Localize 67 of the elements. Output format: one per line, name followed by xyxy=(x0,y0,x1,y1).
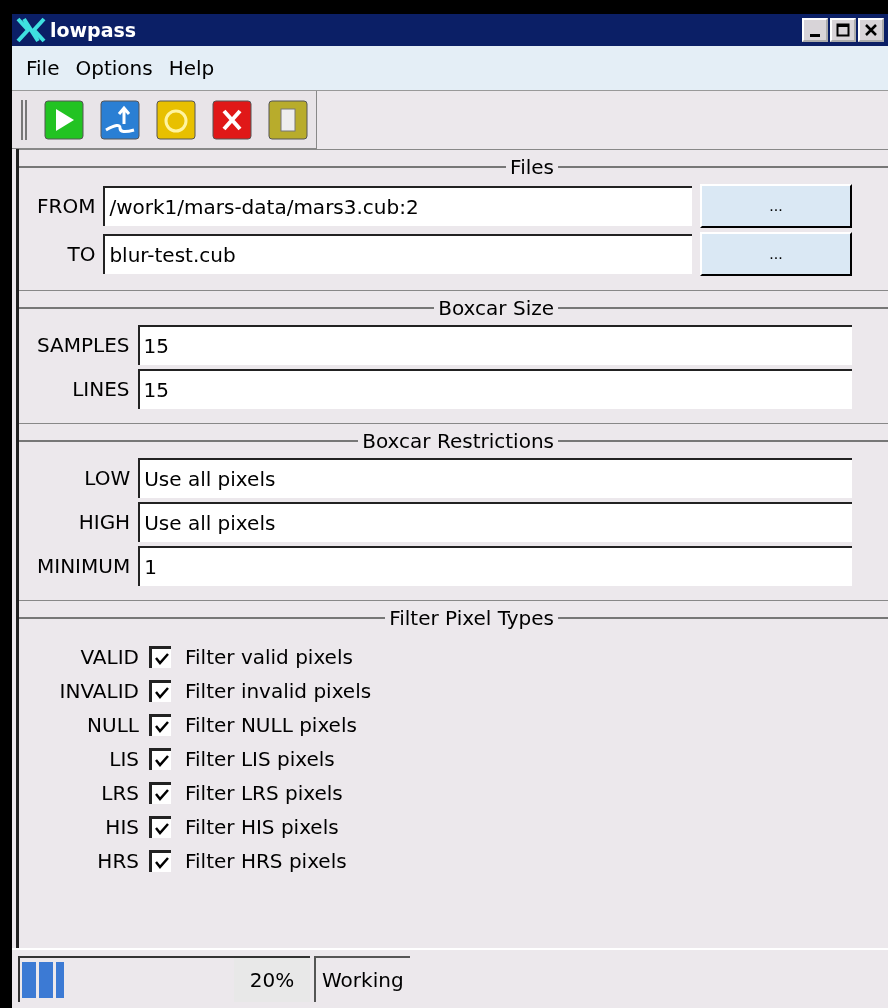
maximize-button[interactable] xyxy=(830,18,856,42)
minimize-button[interactable] xyxy=(802,18,828,42)
checkmark-icon xyxy=(153,787,170,802)
cancel-icon[interactable] xyxy=(212,99,252,140)
checkbox-label[interactable]: Filter HIS pixels xyxy=(185,815,372,839)
pages-icon[interactable] xyxy=(268,99,308,140)
checkbox[interactable] xyxy=(149,680,171,702)
input-field[interactable]: Use all pixels xyxy=(138,502,852,542)
browse-button[interactable]: ... xyxy=(700,232,852,276)
option-label: NULL xyxy=(86,713,139,737)
checkbox-label[interactable]: Filter invalid pixels xyxy=(185,679,372,703)
checkbox-label[interactable]: Filter LIS pixels xyxy=(185,747,372,771)
window-title: lowpass xyxy=(50,19,138,41)
field-label: TO xyxy=(66,242,96,266)
menu-item[interactable]: Options xyxy=(75,56,153,80)
grip-icon[interactable] xyxy=(20,97,28,142)
close-icon xyxy=(864,23,878,37)
checkbox[interactable] xyxy=(149,646,171,668)
upload-icon[interactable] xyxy=(100,99,140,140)
checkbox-label[interactable]: Filter HRS pixels xyxy=(185,849,372,873)
field-label: LOW xyxy=(83,466,131,490)
checkbox-label[interactable]: Filter LRS pixels xyxy=(185,781,372,805)
section-title: Filter Pixel Types xyxy=(389,606,554,630)
reset-icon[interactable] xyxy=(156,99,196,140)
input-field[interactable]: 1 xyxy=(138,546,852,586)
input-field[interactable]: 15 xyxy=(137,325,852,365)
maximize-icon xyxy=(836,23,850,37)
progress-percent: 20% xyxy=(234,958,310,1002)
input-field[interactable]: blur-test.cub xyxy=(103,234,692,274)
checkmark-icon xyxy=(153,719,170,734)
checkmark-icon xyxy=(153,821,170,836)
checkbox[interactable] xyxy=(149,816,171,838)
menu-item[interactable]: Help xyxy=(168,56,215,80)
section-title: Boxcar Restrictions xyxy=(362,429,554,453)
checkbox[interactable] xyxy=(149,748,171,770)
minimize-icon xyxy=(810,33,820,37)
field-label: FROM xyxy=(37,194,96,218)
run-icon[interactable] xyxy=(44,99,84,140)
input-field[interactable]: Use all pixels xyxy=(138,458,852,498)
input-field[interactable]: 15 xyxy=(137,369,852,409)
field-label: HIGH xyxy=(77,510,131,534)
section-title: Files xyxy=(510,155,554,179)
option-label: LIS xyxy=(108,747,139,771)
checkbox[interactable] xyxy=(149,782,171,804)
option-label: LRS xyxy=(100,781,139,805)
checkbox-label[interactable]: Filter NULL pixels xyxy=(185,713,372,737)
option-label: HRS xyxy=(96,849,139,873)
browse-button[interactable]: ... xyxy=(700,184,852,228)
section-title: Boxcar Size xyxy=(438,296,554,320)
field-label: MINIMUM xyxy=(37,554,131,578)
x-logo-icon xyxy=(16,17,46,43)
close-button[interactable] xyxy=(858,18,884,42)
checkmark-icon xyxy=(153,855,170,870)
status-message: Working xyxy=(314,956,410,1002)
checkmark-icon xyxy=(153,753,170,768)
checkmark-icon xyxy=(153,685,170,700)
option-label: HIS xyxy=(104,815,139,839)
menu-item[interactable]: File xyxy=(26,56,60,80)
checkbox[interactable] xyxy=(149,850,171,872)
checkmark-icon xyxy=(153,651,170,666)
field-label: SAMPLES xyxy=(37,333,130,357)
field-label: LINES xyxy=(71,377,130,401)
option-label: VALID xyxy=(79,645,139,669)
option-label: INVALID xyxy=(58,679,139,703)
checkbox[interactable] xyxy=(149,714,171,736)
checkbox-label[interactable]: Filter valid pixels xyxy=(185,645,372,669)
input-field[interactable]: /work1/mars-data/mars3.cub:2 xyxy=(103,186,692,226)
